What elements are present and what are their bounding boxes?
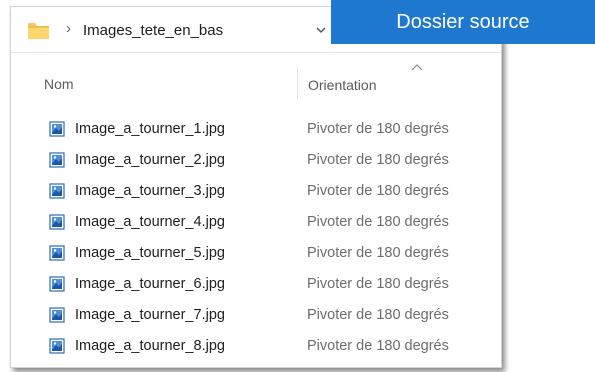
file-row[interactable]: Image_a_tourner_8.jpg Pivoter de 180 degr…	[11, 334, 501, 360]
file-orientation: Pivoter de 180 degrés	[307, 307, 449, 323]
dossier-source-label: Dossier source	[331, 0, 595, 44]
image-file-icon	[49, 214, 65, 230]
file-orientation: Pivoter de 180 degrés	[307, 183, 449, 199]
file-name[interactable]: Image_a_tourner_3.jpg	[75, 183, 225, 199]
file-row[interactable]: Image_a_tourner_1.jpg Pivoter de 180 degr…	[11, 117, 501, 143]
file-name[interactable]: Image_a_tourner_4.jpg	[75, 214, 225, 230]
column-header-row: Nom Orientation	[11, 67, 501, 99]
image-file-icon	[49, 121, 65, 137]
file-orientation: Pivoter de 180 degrés	[307, 121, 449, 137]
image-file-icon	[49, 245, 65, 261]
file-name[interactable]: Image_a_tourner_7.jpg	[75, 307, 225, 323]
file-name[interactable]: Image_a_tourner_1.jpg	[75, 121, 225, 137]
breadcrumb-separator-icon: ›	[66, 20, 71, 37]
file-orientation: Pivoter de 180 degrés	[307, 245, 449, 261]
file-name[interactable]: Image_a_tourner_6.jpg	[75, 276, 225, 292]
file-row[interactable]: Image_a_tourner_3.jpg Pivoter de 180 degr…	[11, 179, 501, 205]
column-header-orientation[interactable]: Orientation	[308, 77, 376, 93]
breadcrumb-folder[interactable]: Images_tete_en_bas	[83, 22, 223, 39]
file-name[interactable]: Image_a_tourner_5.jpg	[75, 245, 225, 261]
column-divider[interactable]	[297, 67, 298, 99]
file-row[interactable]: Image_a_tourner_6.jpg Pivoter de 180 degr…	[11, 272, 501, 298]
image-file-icon	[49, 276, 65, 292]
file-row[interactable]: Image_a_tourner_7.jpg Pivoter de 180 degr…	[11, 303, 501, 329]
file-orientation: Pivoter de 180 degrés	[307, 214, 449, 230]
file-orientation: Pivoter de 180 degrés	[307, 276, 449, 292]
file-row[interactable]: Image_a_tourner_4.jpg Pivoter de 180 degr…	[11, 210, 501, 236]
file-orientation: Pivoter de 180 degrés	[307, 152, 449, 168]
file-name[interactable]: Image_a_tourner_2.jpg	[75, 152, 225, 168]
file-row[interactable]: Image_a_tourner_2.jpg Pivoter de 180 degr…	[11, 148, 501, 174]
image-file-icon	[49, 183, 65, 199]
image-file-icon	[49, 338, 65, 354]
file-orientation: Pivoter de 180 degrés	[307, 338, 449, 354]
file-explorer-window: › Images_tete_en_bas Nom Orientation Ima…	[10, 6, 502, 368]
file-row[interactable]: Image_a_tourner_5.jpg Pivoter de 180 degr…	[11, 241, 501, 267]
column-header-name[interactable]: Nom	[44, 76, 74, 92]
folder-icon	[28, 23, 49, 39]
file-name[interactable]: Image_a_tourner_8.jpg	[75, 338, 225, 354]
image-file-icon	[49, 307, 65, 323]
chevron-down-icon[interactable]	[313, 22, 329, 38]
image-file-icon	[49, 152, 65, 168]
